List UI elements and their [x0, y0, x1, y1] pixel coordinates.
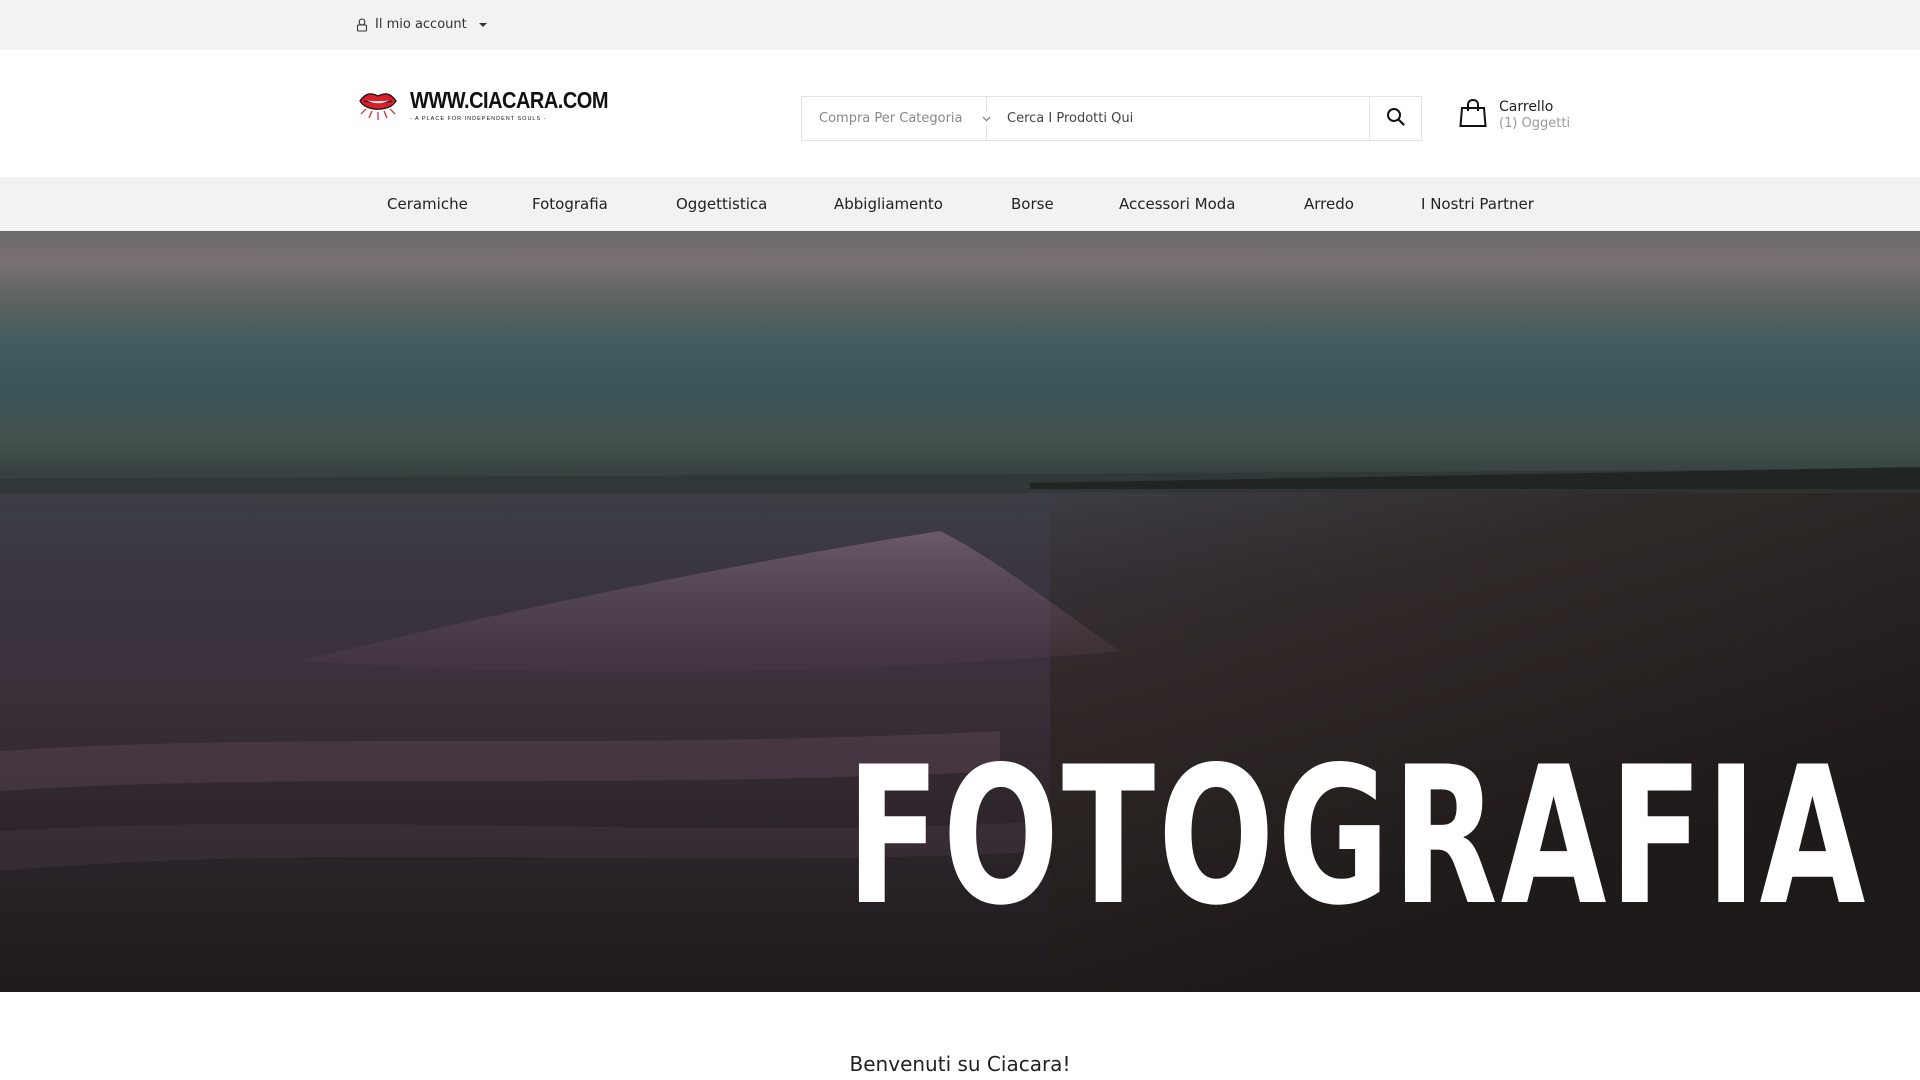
site-logo[interactable]: WWW.CIACARA.COM - A PLACE FOR INDEPENDEN… — [356, 84, 609, 128]
lips-logo-icon — [356, 84, 400, 128]
search-bar: Compra Per Categoria — [801, 96, 1422, 141]
top-bar: Il mio account — [0, 0, 1920, 50]
shopping-bag-icon — [1459, 98, 1487, 132]
category-select-label: Compra Per Categoria — [819, 111, 963, 126]
user-icon — [356, 17, 368, 32]
hero-title: FOTOGRAFIA — [846, 726, 1868, 947]
nav-item-ceramiche[interactable]: Ceramiche — [387, 195, 468, 213]
cart-title: Carrello — [1499, 99, 1554, 115]
chevron-down-icon — [980, 112, 993, 125]
logo-wordmark: WWW.CIACARA.COM - A PLACE FOR INDEPENDEN… — [410, 88, 609, 122]
cart-link[interactable]: Carrello (1) Oggetti — [1459, 98, 1570, 132]
hero-banner[interactable]: FOTOGRAFIA — [0, 231, 1920, 992]
nav-item-fotografia[interactable]: Fotografia — [532, 195, 608, 213]
welcome-heading: Benvenuti su Ciacara! — [849, 1052, 1071, 1076]
category-select[interactable]: Compra Per Categoria — [802, 97, 993, 140]
search-icon — [1386, 107, 1405, 130]
nav-item-accessori-moda[interactable]: Accessori Moda — [1119, 195, 1235, 213]
nav-item-oggettistica[interactable]: Oggettistica — [676, 195, 767, 213]
my-account-menu[interactable]: Il mio account — [356, 17, 487, 32]
brand-name: WWW.CIACARA.COM — [410, 88, 609, 114]
cart-summary: Carrello (1) Oggetti — [1499, 99, 1570, 131]
search-button[interactable] — [1369, 97, 1421, 140]
search-input[interactable] — [987, 97, 1369, 140]
my-account-label: Il mio account — [375, 17, 467, 32]
site-header: WWW.CIACARA.COM - A PLACE FOR INDEPENDEN… — [0, 50, 1920, 177]
brand-tagline: - A PLACE FOR INDEPENDENT SOULS - — [410, 116, 547, 122]
nav-item-arredo[interactable]: Arredo — [1304, 195, 1354, 213]
nav-item-abbigliamento[interactable]: Abbigliamento — [834, 195, 943, 213]
cart-item-count: (1) Oggetti — [1499, 116, 1571, 131]
main-nav: Ceramiche Fotografia Oggettistica Abbigl… — [0, 177, 1920, 231]
nav-item-borse[interactable]: Borse — [1011, 195, 1054, 213]
caret-down-icon — [478, 22, 487, 27]
nav-item-i-nostri-partner[interactable]: I Nostri Partner — [1421, 195, 1534, 213]
